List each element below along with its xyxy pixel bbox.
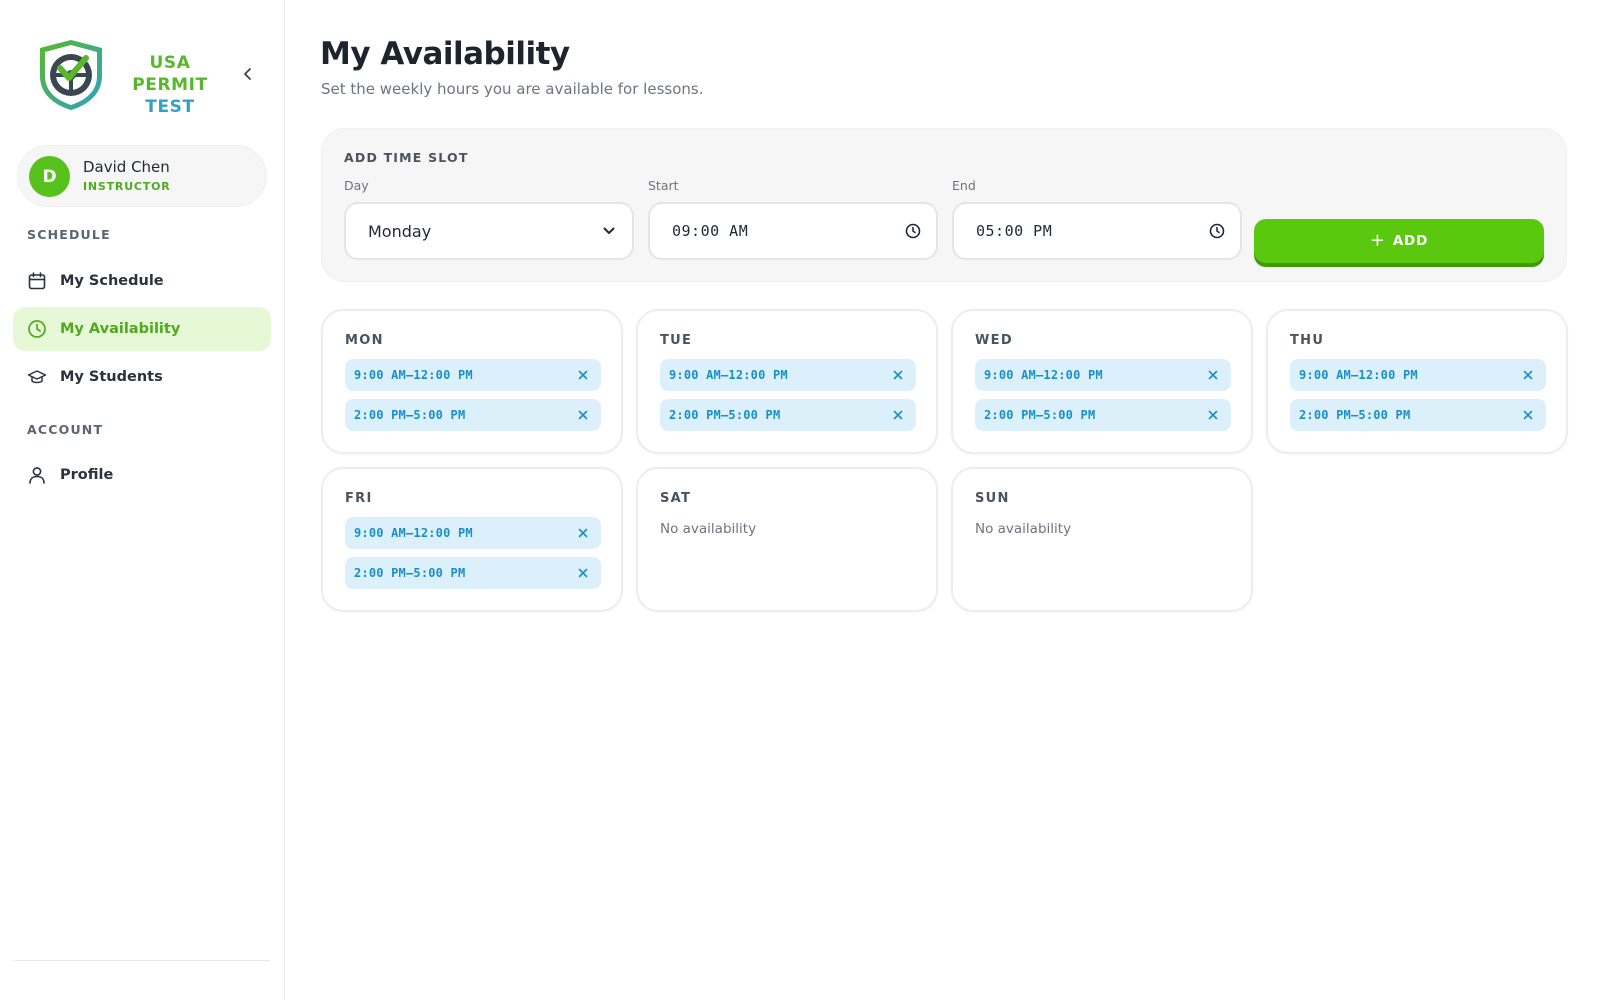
- sidebar-item-label: Profile: [60, 467, 114, 483]
- day-name: SAT: [660, 491, 692, 506]
- time-slot: 2:00 PM–5:00 PM: [1290, 399, 1546, 431]
- time-slot: 9:00 AM–12:00 PM: [345, 359, 601, 391]
- time-slot-text: 2:00 PM–5:00 PM: [354, 408, 466, 422]
- end-time-value: 05:00 PM: [976, 222, 1053, 240]
- day-card-sun: SUN No availability: [951, 467, 1253, 612]
- brand-name: USA PERMIT TEST: [114, 52, 226, 118]
- sidebar-divider: [14, 960, 270, 961]
- day-card-wed: WED 9:00 AM–12:00 PM 2:00 PM–5:00 PM: [951, 309, 1253, 454]
- plus-icon: +: [1369, 230, 1386, 251]
- brand-logo[interactable]: USA PERMIT TEST: [36, 38, 266, 117]
- calendar-icon: [27, 271, 47, 291]
- chevron-left-icon: [244, 68, 251, 80]
- close-icon[interactable]: [575, 565, 591, 581]
- end-label: End: [952, 178, 976, 193]
- sidebar-item-profile[interactable]: Profile: [13, 453, 271, 497]
- add-slot-button-label: ADD: [1392, 233, 1429, 249]
- clock-icon: [27, 319, 47, 339]
- time-slot-text: 2:00 PM–5:00 PM: [354, 566, 466, 580]
- time-slot: 2:00 PM–5:00 PM: [975, 399, 1231, 431]
- day-card-sat: SAT No availability: [636, 467, 938, 612]
- day-name: FRI: [345, 491, 373, 506]
- add-time-slot-panel: ADD TIME SLOT Day Monday Start 09:00 AM …: [321, 128, 1567, 282]
- time-slot: 9:00 AM–12:00 PM: [660, 359, 916, 391]
- end-time-input[interactable]: 05:00 PM: [952, 202, 1242, 260]
- start-label: Start: [648, 178, 679, 193]
- empty-availability-text: No availability: [975, 521, 1072, 537]
- brand-line-2: TEST: [145, 97, 195, 117]
- close-icon[interactable]: [1205, 367, 1221, 383]
- sidebar-item-my-schedule[interactable]: My Schedule: [13, 259, 271, 303]
- time-slot-text: 2:00 PM–5:00 PM: [669, 408, 781, 422]
- user-card[interactable]: D David Chen INSTRUCTOR: [17, 145, 267, 207]
- clock-icon[interactable]: [1208, 222, 1226, 240]
- time-slot: 2:00 PM–5:00 PM: [660, 399, 916, 431]
- panel-title: ADD TIME SLOT: [344, 150, 469, 165]
- day-name: TUE: [660, 333, 693, 348]
- close-icon[interactable]: [1520, 407, 1536, 423]
- time-slot-text: 9:00 AM–12:00 PM: [1299, 368, 1418, 382]
- collapse-sidebar-button[interactable]: [238, 64, 258, 84]
- clock-icon[interactable]: [904, 222, 922, 240]
- day-name: SUN: [975, 491, 1010, 506]
- avatar: D: [29, 156, 70, 197]
- close-icon[interactable]: [575, 367, 591, 383]
- close-icon[interactable]: [1205, 407, 1221, 423]
- day-name: THU: [1290, 333, 1325, 348]
- start-time-input[interactable]: 09:00 AM: [648, 202, 938, 260]
- day-card-mon: MON 9:00 AM–12:00 PM 2:00 PM–5:00 PM: [321, 309, 623, 454]
- close-icon[interactable]: [890, 407, 906, 423]
- sidebar: USA PERMIT TEST D David Chen INSTRUCTOR …: [0, 0, 285, 1000]
- chevron-down-icon: [600, 222, 618, 240]
- empty-availability-text: No availability: [660, 521, 757, 537]
- user-icon: [27, 465, 47, 485]
- user-role: INSTRUCTOR: [83, 180, 171, 193]
- graduation-cap-icon: [27, 367, 47, 387]
- close-icon[interactable]: [890, 367, 906, 383]
- day-card-fri: FRI 9:00 AM–12:00 PM 2:00 PM–5:00 PM: [321, 467, 623, 612]
- section-label-account: ACCOUNT: [27, 422, 104, 437]
- time-slot: 9:00 AM–12:00 PM: [345, 517, 601, 549]
- day-card-thu: THU 9:00 AM–12:00 PM 2:00 PM–5:00 PM: [1266, 309, 1568, 454]
- page-subtitle: Set the weekly hours you are available f…: [321, 80, 704, 98]
- time-slot-text: 9:00 AM–12:00 PM: [669, 368, 788, 382]
- sidebar-item-label: My Schedule: [60, 273, 164, 289]
- sidebar-item-label: My Availability: [60, 321, 181, 337]
- time-slot: 9:00 AM–12:00 PM: [975, 359, 1231, 391]
- day-label: Day: [344, 178, 369, 193]
- time-slot-text: 9:00 AM–12:00 PM: [354, 368, 473, 382]
- close-icon[interactable]: [575, 407, 591, 423]
- time-slot-text: 9:00 AM–12:00 PM: [984, 368, 1103, 382]
- start-time-value: 09:00 AM: [672, 222, 749, 240]
- add-slot-button[interactable]: + ADD: [1254, 219, 1544, 263]
- sidebar-item-label: My Students: [60, 369, 163, 385]
- user-name: David Chen: [83, 158, 170, 176]
- time-slot-text: 9:00 AM–12:00 PM: [354, 526, 473, 540]
- page-title: My Availability: [320, 36, 570, 72]
- close-icon[interactable]: [1520, 367, 1536, 383]
- day-select-value: Monday: [368, 221, 432, 241]
- day-select[interactable]: Monday: [344, 202, 634, 260]
- sidebar-item-my-students[interactable]: My Students: [13, 355, 271, 399]
- brand-line-1: USA PERMIT: [132, 53, 208, 95]
- time-slot: 2:00 PM–5:00 PM: [345, 557, 601, 589]
- day-card-tue: TUE 9:00 AM–12:00 PM 2:00 PM–5:00 PM: [636, 309, 938, 454]
- time-slot: 2:00 PM–5:00 PM: [345, 399, 601, 431]
- time-slot: 9:00 AM–12:00 PM: [1290, 359, 1546, 391]
- close-icon[interactable]: [575, 525, 591, 541]
- day-name: WED: [975, 333, 1013, 348]
- time-slot-text: 2:00 PM–5:00 PM: [984, 408, 1096, 422]
- time-slot-text: 2:00 PM–5:00 PM: [1299, 408, 1411, 422]
- section-label-schedule: SCHEDULE: [27, 227, 111, 242]
- day-name: MON: [345, 333, 384, 348]
- sidebar-item-my-availability[interactable]: My Availability: [13, 307, 271, 351]
- shield-steering-wheel-icon: [40, 40, 102, 110]
